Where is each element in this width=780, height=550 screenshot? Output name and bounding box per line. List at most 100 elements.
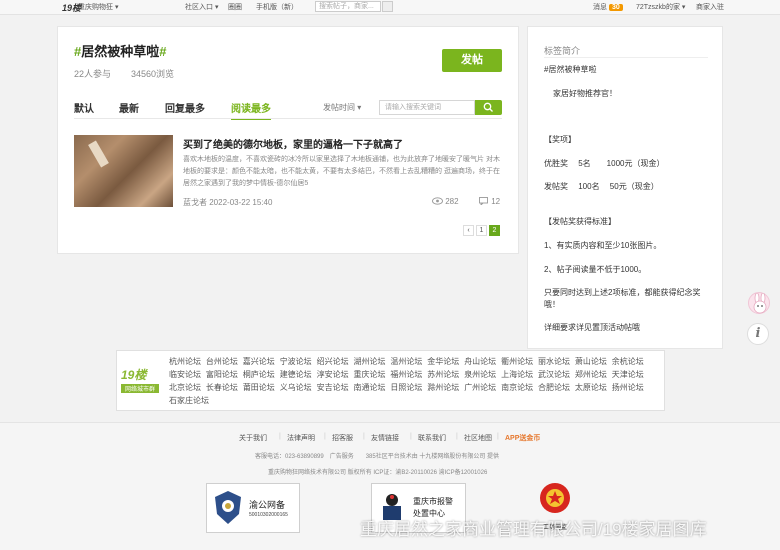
post-excerpt: 喜欢木地板的温度，不喜欢瓷砖的冰冷所以家里选择了木地板通铺，也为此放弃了地暖安了… (183, 156, 500, 187)
post-title[interactable]: 买到了绝美的德尔地板，家里的逼格一下子就高了 (183, 136, 403, 151)
city-forum-link[interactable]: 温州论坛 (390, 356, 422, 367)
site-name[interactable]: 重庆购物狂 ▾ (78, 2, 118, 12)
footer-contact: 客服电话：023-63890899 广告服务 385社区平台技术由 十九楼网络股… (255, 454, 500, 460)
city-forum-link[interactable]: 舟山论坛 (464, 356, 496, 367)
footer-nav-link[interactable]: 社区地图 (464, 433, 492, 443)
footer-separator: | (324, 433, 326, 440)
network-logo: 19楼 网络城市群 (121, 366, 159, 394)
post-date: 2022-03-22 15:40 (209, 198, 273, 207)
search-icon (483, 102, 493, 112)
city-forum-link[interactable]: 临安论坛 (169, 369, 201, 380)
prize-winner: 优胜奖 5名 1000元（现金） (544, 159, 665, 168)
search-icon[interactable] (382, 1, 393, 12)
city-forum-link[interactable]: 台州论坛 (206, 356, 238, 367)
watermark: 重庆居然之家商业管理有限公司/19楼家居图库 (360, 520, 707, 539)
footer-nav-link[interactable]: 招客服 (332, 433, 353, 443)
national-emblem-icon (540, 483, 570, 513)
topic-title: #居然被种草啦# (74, 41, 166, 60)
topic-name: 居然被种草啦 (81, 44, 160, 59)
post-views: 282 (432, 197, 459, 206)
post-author[interactable]: 蓝戈者 (183, 198, 207, 207)
footer-nav-link[interactable]: 联系我们 (418, 433, 446, 443)
footer-nav-link[interactable]: 法律声明 (287, 433, 315, 443)
keyword-search-input[interactable]: 请输入搜索关键词 (379, 100, 475, 115)
police-record-badge[interactable]: 渝公网备 50010302000165 (206, 483, 300, 533)
city-forum-link[interactable]: 湖州论坛 (354, 356, 386, 367)
city-forum-link[interactable]: 北京论坛 (169, 382, 201, 393)
rules-heading: 【发帖奖获得标准】 (544, 217, 616, 226)
city-forum-link[interactable]: 丽水论坛 (538, 356, 570, 367)
footer-separator: | (456, 433, 458, 440)
merchant-link[interactable]: 商家入驻 (696, 2, 724, 12)
messages-link[interactable]: 消息 30 (593, 2, 623, 12)
sidebar-slogan: 家居好物推荐官！ (553, 89, 617, 98)
city-forum-link[interactable]: 安吉论坛 (317, 382, 349, 393)
city-forum-link[interactable]: 南京论坛 (501, 382, 533, 393)
keyword-search-button[interactable] (475, 100, 502, 115)
top-search-input[interactable]: 搜索帖子，商家... (315, 1, 381, 12)
city-forum-link[interactable]: 武汉论坛 (538, 369, 570, 380)
post-author-date: 蓝戈者 2022-03-22 15:40 (183, 197, 272, 208)
info-icon[interactable]: i (747, 323, 769, 345)
city-forum-link[interactable]: 重庆论坛 (354, 369, 386, 380)
user-menu[interactable]: 72Tzszkb的家 ▾ (636, 2, 685, 12)
eye-icon (432, 197, 443, 205)
rabbit-icon (753, 292, 767, 314)
city-forum-link[interactable]: 天津论坛 (612, 369, 644, 380)
city-forum-link[interactable]: 上海论坛 (501, 369, 533, 380)
city-forum-link[interactable]: 郑州论坛 (575, 369, 607, 380)
city-forum-link[interactable]: 石家庄论坛 (169, 395, 209, 406)
sidebar-tag: #居然被种草啦 (544, 65, 597, 74)
city-forum-link[interactable]: 义乌论坛 (280, 382, 312, 393)
city-forum-link[interactable]: 萧山论坛 (575, 356, 607, 367)
city-forum-link[interactable]: 建德论坛 (280, 369, 312, 380)
network-logo-sub: 网络城市群 (121, 384, 159, 393)
tab-most-replied[interactable]: 回复最多 (165, 100, 205, 115)
tab-latest[interactable]: 最新 (119, 100, 139, 115)
city-forum-link[interactable]: 苏州论坛 (427, 369, 459, 380)
city-forum-link[interactable]: 桐庐论坛 (243, 369, 275, 380)
pager-page-2[interactable]: 2 (489, 225, 500, 236)
city-forum-link[interactable]: 莆田论坛 (243, 382, 275, 393)
footer-nav-link[interactable]: 关于我们 (239, 433, 267, 443)
city-forum-link[interactable]: 福州论坛 (390, 369, 422, 380)
pager-prev[interactable]: ‹ (463, 225, 474, 236)
rabbit-mascot-icon[interactable] (748, 292, 770, 314)
mobile-link[interactable]: 手机版（新） (256, 2, 298, 12)
city-forum-link[interactable]: 衢州论坛 (501, 356, 533, 367)
city-forum-link[interactable]: 扬州论坛 (612, 382, 644, 393)
city-forum-link[interactable]: 嘉兴论坛 (243, 356, 275, 367)
circle-link[interactable]: 圈圈 (228, 2, 242, 12)
city-forum-link[interactable]: 日照论坛 (390, 382, 422, 393)
tab-default[interactable]: 默认 (74, 100, 94, 115)
new-post-button[interactable]: 发帖 (442, 49, 502, 72)
city-forum-link[interactable]: 宁波论坛 (280, 356, 312, 367)
city-forum-link[interactable]: 绍兴论坛 (317, 356, 349, 367)
rule-3-cont: 哦！ (544, 300, 560, 309)
rule-3: 只要同时达到上述2项标准，都能获得纪念奖 (544, 288, 701, 297)
footer-nav-link[interactable]: 友情链接 (371, 433, 399, 443)
pager-page-1[interactable]: 1 (476, 225, 487, 236)
city-forum-link[interactable]: 泉州论坛 (464, 369, 496, 380)
sort-dropdown[interactable]: 发帖时间 ▾ (323, 102, 361, 113)
alarm-center-line1: 重庆市报警 (413, 497, 453, 506)
post-replies: 12 (479, 197, 500, 207)
city-forum-link[interactable]: 滁州论坛 (427, 382, 459, 393)
footer-separator: | (497, 433, 499, 440)
city-forum-link[interactable]: 合肥论坛 (538, 382, 570, 393)
city-forum-link[interactable]: 杭州论坛 (169, 356, 201, 367)
city-forum-link[interactable]: 南通论坛 (354, 382, 386, 393)
prize-post: 发帖奖 100名 50元（现金） (544, 182, 659, 191)
city-forum-link[interactable]: 富阳论坛 (206, 369, 238, 380)
sidebar-divider (544, 57, 708, 58)
tab-most-read[interactable]: 阅读最多 (231, 100, 271, 120)
post-thumbnail[interactable] (74, 135, 173, 207)
footer-nav-link[interactable]: APP送金币 (505, 433, 540, 443)
city-forum-link[interactable]: 余杭论坛 (612, 356, 644, 367)
community-entry-link[interactable]: 社区入口 ▾ (185, 2, 218, 12)
city-forum-link[interactable]: 太原论坛 (575, 382, 607, 393)
city-forum-link[interactable]: 广州论坛 (464, 382, 496, 393)
city-forum-link[interactable]: 淳安论坛 (317, 369, 349, 380)
city-forum-link[interactable]: 金华论坛 (427, 356, 459, 367)
city-forum-link[interactable]: 长春论坛 (206, 382, 238, 393)
